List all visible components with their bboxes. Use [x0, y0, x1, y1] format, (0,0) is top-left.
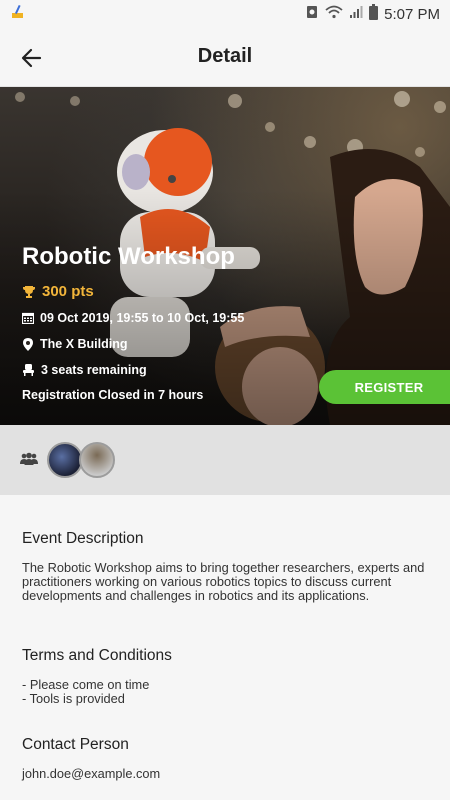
description-heading: Event Description — [22, 530, 144, 547]
status-bar: 5:07 PM — [0, 0, 450, 28]
page-title: Detail — [197, 45, 253, 67]
contact-email[interactable]: john.doe@example.com — [22, 767, 432, 781]
app-bar: Detail — [0, 28, 450, 87]
event-location: The X Building — [40, 337, 128, 351]
event-date: 09 Oct 2019, 19:55 to 10 Oct, 19:55 — [40, 311, 245, 325]
terms-list: - Please come on time - Tools is provide… — [22, 678, 432, 706]
participant-avatar-2[interactable] — [79, 442, 115, 478]
wifi-icon — [325, 5, 343, 23]
calendar-icon — [22, 312, 34, 324]
description-text: The Robotic Workshop aims to bring toget… — [22, 560, 425, 603]
points-value: 300 pts — [42, 283, 94, 300]
seats-row: 3 seats remaining — [22, 363, 147, 377]
terms-item: - Tools is provided — [22, 691, 125, 706]
signal-icon — [349, 5, 363, 23]
battery-icon — [369, 4, 379, 24]
broom-icon — [10, 4, 26, 25]
registration-status: Registration Closed in 7 hours — [22, 388, 204, 402]
seats-remaining: 3 seats remaining — [41, 363, 147, 377]
status-time: 5:07 PM — [384, 5, 440, 23]
group-icon — [20, 452, 38, 465]
map-pin-icon — [23, 337, 33, 351]
contact-heading: Contact Person — [22, 736, 129, 753]
location-row: The X Building — [22, 337, 128, 351]
sync-icon — [305, 4, 319, 24]
participants-bar — [0, 425, 450, 495]
seat-icon — [23, 364, 34, 376]
event-hero: Robotic Workshop 300 pts 09 Oct 2019, 19… — [0, 87, 450, 425]
date-row: 09 Oct 2019, 19:55 to 10 Oct, 19:55 — [22, 311, 244, 325]
terms-heading: Terms and Conditions — [22, 647, 172, 664]
register-button[interactable]: REGISTER — [319, 370, 450, 404]
trophy-icon — [23, 285, 35, 298]
terms-item: - Please come on time — [22, 677, 150, 692]
points-row: 300 pts — [22, 283, 94, 300]
participant-avatar-1[interactable] — [47, 442, 83, 478]
event-title: Robotic Workshop — [22, 243, 235, 270]
